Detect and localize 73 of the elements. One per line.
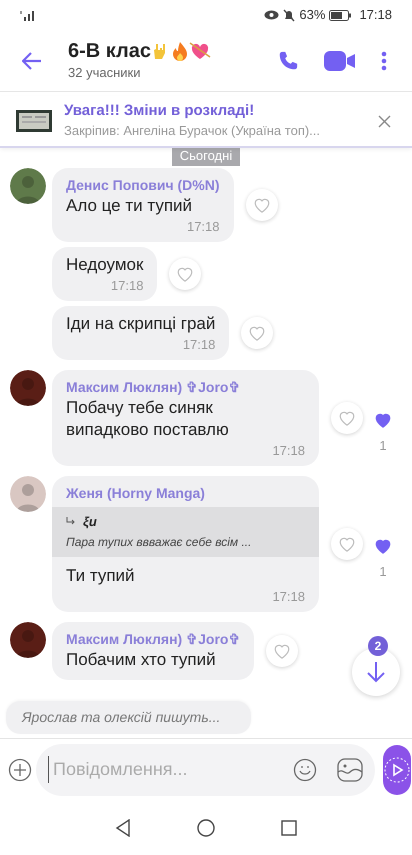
message-time: 17:18 — [271, 443, 305, 459]
triangle-icon — [115, 818, 131, 836]
heart-icon — [374, 412, 392, 428]
quote-text: Пара тупих ввважає себе всім ... — [66, 534, 252, 550]
heart-arrow-icon — [189, 40, 211, 61]
message-text: Побачим хто тупий — [66, 648, 217, 670]
heart-icon — [248, 325, 266, 341]
quoted-message[interactable]: ξu Пара тупих ввважає себе всім ... — [52, 507, 319, 556]
clock: 17:18 — [359, 6, 392, 24]
message-input[interactable]: Повідомлення... — [48, 756, 285, 783]
member-count: 32 учасники — [68, 64, 142, 82]
reaction-count: 1 — [379, 437, 387, 456]
message-time: 17:18 — [186, 219, 220, 235]
voice-record-button[interactable] — [383, 744, 411, 794]
back-arrow-icon — [22, 52, 42, 70]
date-chip: Сьогодні — [172, 148, 240, 166]
message-time: 17:18 — [182, 337, 216, 353]
signal-icon — [20, 10, 36, 20]
message-field[interactable]: Повідомлення... — [36, 744, 375, 796]
battery-icon — [329, 10, 352, 20]
sender-name: Максим Люклян) ✞Joro✞ — [66, 630, 240, 648]
nav-recents-button[interactable] — [281, 820, 297, 836]
message-text: Побачу тебе синяк випадково поставлю — [66, 397, 230, 441]
quote-author: ξu — [83, 513, 97, 531]
pinned-title: Увага!!! Зміни в розкладі! — [64, 101, 256, 121]
message-bubble[interactable]: Іди на скрипці грай 17:18 — [52, 306, 230, 360]
close-icon — [378, 114, 390, 128]
reaction-count: 1 — [379, 563, 387, 581]
avatar[interactable] — [10, 622, 46, 658]
nav-back-button[interactable] — [115, 818, 131, 836]
down-arrow-icon — [367, 661, 385, 683]
sender-name: Максим Люклян) ✞Joro✞ — [66, 378, 242, 397]
heart-icon — [273, 642, 292, 658]
battery-percent: 63% — [299, 6, 326, 24]
fire-icon — [171, 40, 189, 61]
bell-off-icon — [283, 8, 296, 22]
avatar[interactable] — [10, 168, 46, 204]
message-bubble[interactable]: Денис Попович (D%N) Ало це ти тупий 17:18 — [52, 168, 234, 242]
sticker-icon — [337, 758, 363, 782]
message-bubble[interactable]: Женя (Horny Manga) ξu Пара тупих ввважає себе всім ... Ти тупий 17:18 — [52, 476, 319, 612]
nav-home-button[interactable] — [197, 818, 215, 836]
heart-icon — [338, 410, 356, 426]
heart-icon — [374, 538, 392, 554]
message-text: Іди на скрипці грай — [66, 313, 216, 335]
message-bubble[interactable]: Максим Люклян) ✞Joro✞ Побачим хто тупий — [52, 622, 254, 680]
square-icon — [281, 820, 297, 836]
more-icon — [381, 50, 387, 70]
phone-icon — [277, 50, 299, 72]
avatar[interactable] — [10, 370, 46, 406]
sender-name: Женя (Horny Manga) — [65, 484, 206, 503]
heart-icon — [252, 197, 271, 213]
typing-toast: Ярослав та олексій пишуть... — [6, 701, 251, 734]
heart-icon — [338, 536, 356, 552]
scroll-down-button[interactable] — [352, 648, 400, 696]
message-time: 17:18 — [110, 278, 144, 294]
reply-icon — [66, 517, 75, 526]
plus-icon — [8, 758, 32, 782]
message-text: Ти тупий — [65, 564, 136, 586]
circle-icon — [197, 818, 215, 836]
message-bubble[interactable]: Недоумок 17:18 — [52, 247, 158, 301]
message-text: Недоумок — [66, 254, 144, 276]
pinned-author: Закріпив: Ангеліна Бурачок (Україна топ)... — [64, 122, 322, 140]
message-bubble[interactable]: Максим Люклян) ✞Joro✞ Побачу тебе синяк випадково поставлю 17:18 — [52, 370, 319, 466]
pinned-message-bar[interactable]: Увага!!! Зміни в розкладі! Закріпив: Ангеліна Бурачок (Україна топ)... — [0, 96, 412, 148]
message-time: 17:18 — [271, 588, 306, 604]
video-camera-icon — [324, 50, 356, 72]
eye-icon — [264, 10, 280, 20]
sender-name: Денис Попович (D%N) — [66, 176, 220, 195]
unread-badge: 2 — [368, 636, 388, 656]
message-text: Ало це ти тупий — [66, 195, 194, 217]
heart-icon — [176, 266, 194, 282]
emoji-icon — [293, 758, 317, 782]
chat-title: 6-В клас — [68, 38, 151, 63]
